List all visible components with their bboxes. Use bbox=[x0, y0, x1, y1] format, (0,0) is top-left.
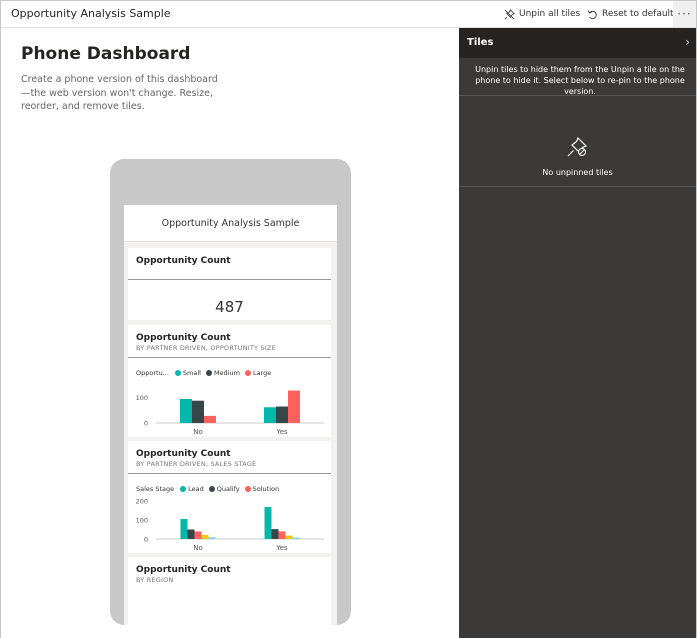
tile-title: Opportunity Count bbox=[136, 449, 231, 459]
tile-subtitle: BY REGION bbox=[136, 576, 174, 584]
y-tick-label: 0 bbox=[144, 536, 148, 544]
bar-qualify-yes bbox=[271, 529, 279, 539]
bar-chart-by-size: 100 0 No Yes bbox=[136, 390, 324, 436]
y-tick-label: 200 bbox=[136, 498, 148, 506]
chevron-right-icon[interactable]: › bbox=[685, 35, 690, 49]
kpi-value: 487 bbox=[215, 298, 244, 316]
no-unpinned-tiles-message: No unpinned tiles bbox=[542, 168, 613, 177]
bar-medium-yes bbox=[276, 406, 288, 423]
bar-qualify-no bbox=[187, 529, 195, 539]
tile-divider bbox=[128, 473, 331, 474]
phone-frame: Opportunity Analysis Sample Opportunity … bbox=[110, 159, 351, 625]
tile-title: Opportunity Count bbox=[136, 333, 231, 343]
phone-dashboard-title: Opportunity Analysis Sample bbox=[124, 205, 337, 242]
tile-title: Opportunity Count bbox=[136, 565, 231, 575]
tiles-pane-divider bbox=[459, 186, 696, 187]
bar-small-yes bbox=[264, 407, 276, 423]
x-tick-label: No bbox=[193, 544, 203, 552]
app-title: Opportunity Analysis Sample bbox=[11, 7, 171, 20]
page-title: Phone Dashboard bbox=[21, 44, 191, 64]
tiles-pane-divider bbox=[459, 95, 696, 96]
undo-icon bbox=[587, 10, 597, 19]
tiles-pane: Tiles › Unpin tiles to hide them from th… bbox=[459, 28, 696, 638]
legend-item-small: Small bbox=[174, 369, 201, 377]
tile-title: Opportunity Count bbox=[136, 256, 231, 266]
x-tick-label: No bbox=[193, 428, 203, 436]
bar-series-3-yes bbox=[285, 535, 293, 539]
tiles-pane-header: Tiles › bbox=[459, 28, 696, 58]
reset-to-default-button[interactable]: Reset to default bbox=[587, 1, 674, 27]
legend-item-medium: Medium bbox=[205, 369, 240, 377]
legend-title: Sales Stage bbox=[136, 485, 175, 493]
tile-subtitle: BY PARTNER DRIVEN, SALES STAGE bbox=[136, 460, 257, 468]
bar-series-4-no bbox=[208, 537, 216, 539]
tile-divider bbox=[128, 279, 331, 280]
tiles-pane-title: Tiles bbox=[467, 37, 494, 48]
bar-large-no bbox=[204, 415, 216, 423]
bar-series-4-yes bbox=[292, 537, 300, 539]
bar-solution-yes bbox=[278, 531, 286, 539]
bar-series-3-no bbox=[201, 534, 209, 539]
tile-opportunity-count-kpi[interactable]: Opportunity Count 487 bbox=[128, 248, 331, 320]
legend-title: Opportu... bbox=[136, 369, 169, 377]
bar-solution-no bbox=[194, 531, 202, 539]
legend-item-large: Large bbox=[244, 369, 271, 377]
legend-item-lead: Lead bbox=[180, 485, 204, 493]
bar-lead-no bbox=[180, 519, 188, 539]
phone-dashboard-editor: Phone Dashboard Create a phone version o… bbox=[1, 28, 459, 638]
bar-small-no bbox=[180, 398, 192, 423]
bar-medium-no bbox=[192, 400, 204, 423]
x-tick-label: Yes bbox=[275, 544, 288, 552]
phone-screen: Opportunity Analysis Sample Opportunity … bbox=[124, 205, 337, 625]
legend-item-solution: Solution bbox=[244, 485, 279, 493]
tile-divider bbox=[128, 357, 331, 358]
unpin-all-tiles-button[interactable]: Unpin all tiles bbox=[504, 1, 580, 27]
chart-legend: Sales Stage Lead Qualify Solution bbox=[136, 485, 284, 493]
bar-large-yes bbox=[288, 390, 300, 423]
tile-opportunity-count-by-size[interactable]: Opportunity Count BY PARTNER DRIVEN, OPP… bbox=[128, 325, 331, 437]
y-tick-label: 100 bbox=[136, 517, 148, 525]
chart-legend: Opportu... Small Medium Large bbox=[136, 369, 276, 377]
bar-lead-yes bbox=[264, 507, 272, 539]
more-options-button[interactable]: ··· bbox=[673, 1, 696, 27]
unpin-icon bbox=[567, 136, 588, 157]
y-tick-label: 100 bbox=[136, 394, 148, 402]
reset-label: Reset to default bbox=[602, 9, 674, 19]
tile-subtitle: BY PARTNER DRIVEN, OPPORTUNITY SIZE bbox=[136, 344, 276, 352]
legend-item-qualify: Qualify bbox=[208, 485, 240, 493]
tile-opportunity-count-by-region[interactable]: Opportunity Count BY REGION bbox=[128, 557, 331, 625]
tiles-pane-description: Unpin tiles to hide them from the Unpin … bbox=[475, 65, 685, 96]
y-tick-label: 0 bbox=[144, 420, 148, 428]
bar-chart-by-stage: 200 100 0 No Yes bbox=[136, 498, 324, 552]
page-description: Create a phone version of this dashboard… bbox=[21, 74, 218, 112]
top-bar: Opportunity Analysis Sample Unpin all ti… bbox=[1, 1, 696, 28]
x-tick-label: Yes bbox=[275, 428, 288, 436]
unpin-icon bbox=[504, 8, 515, 19]
unpin-all-label: Unpin all tiles bbox=[519, 9, 581, 19]
tile-opportunity-count-by-stage[interactable]: Opportunity Count BY PARTNER DRIVEN, SAL… bbox=[128, 441, 331, 553]
